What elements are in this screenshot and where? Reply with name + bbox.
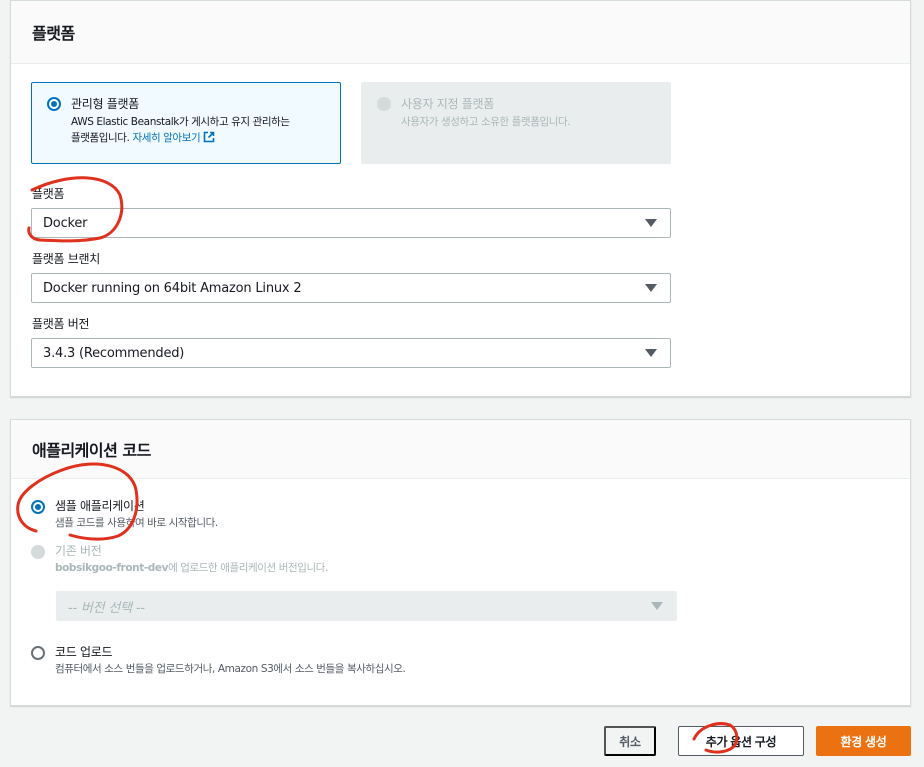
branch-select-value: Docker running on 64bit Amazon Linux 2	[43, 280, 302, 296]
caret-down-icon	[651, 602, 663, 610]
learn-more-label: 자세히 알아보기	[132, 132, 201, 144]
version-field-label: 플랫폼 버전	[32, 317, 90, 331]
app-code-panel-header: 애플리케이션 코드	[11, 420, 910, 479]
platform-version-select[interactable]: 3.4.3 (Recommended)	[31, 338, 671, 368]
managed-platform-tile[interactable]: 관리형 플랫폼 AWS Elastic Beanstalk가 게시하고 유지 관…	[31, 82, 341, 164]
managed-desc-line2: 플랫폼입니다.	[71, 132, 130, 144]
platform-panel-header: 플랫폼	[11, 1, 910, 64]
upload-code-radio[interactable]	[31, 646, 45, 660]
managed-platform-desc: AWS Elastic Beanstalk가 게시하고 유지 관리하는 플랫폼입…	[71, 114, 333, 146]
upload-code-desc: 컴퓨터에서 소스 번들을 업로드하거나, Amazon S3에서 소스 번들을 …	[55, 663, 406, 675]
platform-select-value: Docker	[43, 215, 88, 231]
platform-section-title: 플랫폼	[32, 24, 75, 43]
managed-platform-radio[interactable]	[47, 97, 61, 111]
external-link-icon	[203, 131, 215, 143]
caret-down-icon	[645, 349, 657, 357]
sample-app-radio[interactable]	[31, 500, 45, 514]
platform-field-label: 플랫폼	[32, 187, 65, 201]
app-code-section-title: 애플리케이션 코드	[32, 441, 151, 460]
custom-platform-tile: 사용자 지정 플랫폼 사용자가 생성하고 소유한 플랫폼입니다.	[361, 82, 671, 164]
create-environment-button[interactable]: 환경 생성	[816, 726, 911, 756]
version-select-value: 3.4.3 (Recommended)	[43, 345, 185, 361]
custom-platform-radio	[377, 97, 391, 111]
managed-platform-title: 관리형 플랫폼	[71, 97, 139, 111]
existing-version-title: 기존 버전	[55, 544, 102, 558]
configure-more-options-button[interactable]: 추가 옵션 구성	[678, 726, 804, 756]
platform-select[interactable]: Docker	[31, 208, 671, 238]
managed-desc-line1: AWS Elastic Beanstalk가 게시하고 유지 관리하는	[71, 116, 290, 128]
caret-down-icon	[645, 219, 657, 227]
custom-platform-desc: 사용자가 생성하고 소유한 플랫폼입니다.	[401, 116, 571, 128]
version-select-placeholder: -- 버전 선택 --	[68, 600, 145, 616]
learn-more-link[interactable]: 자세히 알아보기	[132, 131, 215, 144]
custom-platform-title: 사용자 지정 플랫폼	[401, 97, 494, 111]
upload-code-title: 코드 업로드	[55, 645, 113, 659]
version-select: -- 버전 선택 --	[56, 591, 677, 621]
caret-down-icon	[645, 284, 657, 292]
sample-app-desc: 샘플 코드를 사용하여 바로 시작합니다.	[55, 517, 218, 529]
app-name: bobsikgoo-front-dev	[55, 562, 169, 574]
existing-desc-rest: 에 업로드한 애플리케이션 버전입니다.	[168, 562, 328, 574]
cancel-button[interactable]: 취소	[604, 726, 656, 756]
branch-field-label: 플랫폼 브랜치	[32, 252, 100, 266]
existing-version-desc: bobsikgoo-front-dev에 업로드한 애플리케이션 버전입니다.	[55, 560, 328, 575]
platform-branch-select[interactable]: Docker running on 64bit Amazon Linux 2	[31, 273, 671, 303]
sample-app-title: 샘플 애플리케이션	[55, 499, 145, 513]
app-code-panel: 애플리케이션 코드 샘플 애플리케이션 샘플 코드를 사용하여 바로 시작합니다…	[10, 419, 911, 706]
existing-version-radio	[31, 545, 45, 559]
platform-panel: 플랫폼 관리형 플랫폼 AWS Elastic Beanstalk가 게시하고 …	[10, 0, 911, 397]
